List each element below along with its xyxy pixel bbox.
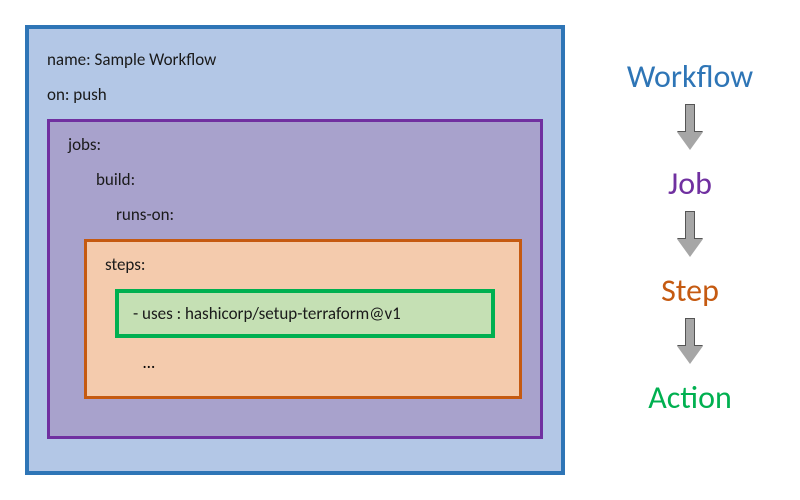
workflow-name-line: name: Sample Workflow [47,49,543,70]
jobs-container: jobs: build: runs-on: steps: - uses : ha… [47,119,543,439]
action-container: - uses : hashicorp/setup-terraform@v1 [115,289,495,338]
arrow-down-icon [677,318,703,366]
steps-label: steps: [105,254,501,275]
legend-action: Action [648,378,732,417]
arrow-down-icon [677,211,703,259]
workflow-container: name: Sample Workflow on: push jobs: bui… [25,25,565,475]
action-uses-line: - uses : hashicorp/setup-terraform@v1 [133,303,477,324]
legend-step: Step [661,271,719,310]
steps-ellipsis: … [143,352,501,373]
workflow-on-line: on: push [47,84,543,105]
arrow-down-icon [677,104,703,152]
runs-on-line: runs-on: [116,204,522,225]
legend-workflow: Workflow [627,57,753,96]
legend-job: Job [668,164,712,203]
jobs-label: jobs: [68,134,522,155]
steps-container: steps: - uses : hashicorp/setup-terrafor… [84,239,522,399]
legend-column: Workflow Job Step Action [610,55,770,419]
build-line: build: [96,169,522,190]
